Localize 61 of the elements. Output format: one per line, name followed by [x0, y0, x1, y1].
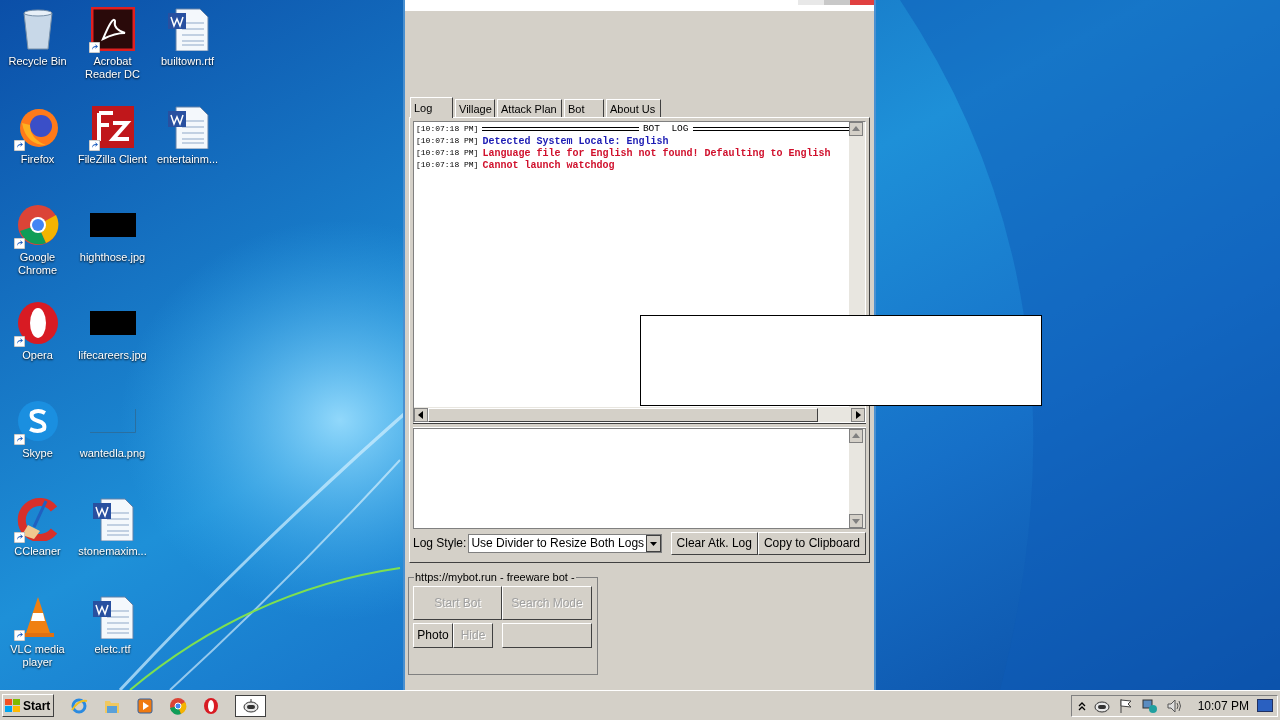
tab[interactable]: Bot	[564, 99, 604, 117]
tab[interactable]: Village	[455, 99, 495, 117]
desktop-icon-label[interactable]: Google Chrome	[0, 251, 75, 277]
bot-button[interactable]: Photo	[413, 622, 453, 648]
log-timestamp: [10:07:18 PM]	[416, 123, 479, 135]
blank-thumbnail-icon	[89, 409, 136, 433]
image-thumbnail-icon	[89, 213, 136, 237]
splitter[interactable]	[413, 423, 866, 428]
desktop-icon-label[interactable]: eletc.rtf	[75, 643, 150, 656]
tab[interactable]: About Us	[606, 99, 661, 117]
speaker-icon[interactable]	[1165, 697, 1182, 714]
log-timestamp: [10:07:18 PM]	[416, 147, 479, 159]
desktop-icon-label[interactable]: builtown.rtf	[150, 55, 225, 68]
desktop-icon-label[interactable]: highthose.jpg	[75, 251, 150, 264]
vertical-scrollbar[interactable]	[849, 429, 865, 528]
skype-icon	[15, 399, 60, 443]
desktop-icon-label[interactable]: FileZilla Client	[75, 153, 150, 166]
fz-app-icon	[90, 105, 135, 149]
log-timestamp: [10:07:18 PM]	[416, 135, 479, 147]
chevron-up-icon[interactable]	[1077, 700, 1086, 711]
blank-button[interactable]	[502, 622, 592, 648]
log-header: BOT LOG	[642, 121, 689, 136]
desktop-icon-label[interactable]: Acrobat Reader DC	[75, 55, 150, 81]
log-message: Cannot launch watchdog	[482, 158, 615, 173]
robot-icon[interactable]	[241, 696, 260, 715]
opera-icon	[15, 301, 60, 345]
chrome-icon	[15, 203, 60, 247]
start-button[interactable]: Start	[2, 694, 54, 717]
log-message: Language file for English not found! Defaulting to English	[482, 146, 831, 160]
document-icon	[165, 7, 210, 51]
pdf-app-icon	[90, 7, 135, 51]
desktop-icon-label[interactable]: entertainm...	[150, 153, 225, 166]
desktop-icon-label[interactable]: CCleaner	[0, 545, 75, 558]
tab[interactable]: Log	[410, 97, 453, 118]
desktop-icon-label[interactable]: stonemaxim...	[75, 545, 150, 558]
flag-icon[interactable]	[1117, 697, 1134, 714]
desktop-icon-label[interactable]: VLC media player	[0, 643, 75, 669]
document-icon	[165, 105, 210, 149]
desktop-icon-label[interactable]: Firefox	[0, 153, 75, 166]
tab[interactable]: Attack Plan	[497, 99, 562, 117]
desktop-icon-label[interactable]: Recycle Bin	[0, 55, 75, 68]
network-icon[interactable]	[1141, 697, 1158, 714]
clock[interactable]: 10:07 PM	[1197, 696, 1249, 715]
log-action-button[interactable]: Copy to Clipboard	[757, 531, 866, 555]
desktop-icon-label[interactable]: Opera	[0, 349, 75, 362]
show-desktop-icon[interactable]	[1257, 698, 1273, 713]
desktop-icon-label[interactable]: wantedla.png	[75, 447, 150, 460]
windows-logo-icon	[5, 698, 21, 713]
image-thumbnail-icon	[89, 311, 136, 335]
ccleaner-icon	[15, 497, 60, 541]
log-style-label: Log Style:	[413, 535, 467, 552]
log-timestamp: [10:07:18 PM]	[416, 159, 479, 171]
log-style-dropdown[interactable]: Use Divider to Resize Both Logs	[468, 533, 663, 553]
log-action-button[interactable]: Clear Atk. Log	[670, 531, 758, 555]
log-message: Detected System Locale: English	[482, 134, 669, 148]
group-title: https://mybot.run - freeware bot -	[414, 570, 576, 585]
document-icon	[90, 497, 135, 541]
document-icon	[90, 595, 135, 639]
desktop-icon-label[interactable]: lifecareers.jpg	[75, 349, 150, 362]
taskbar-app[interactable]	[235, 694, 266, 717]
desktop-icon-label[interactable]: Skype	[0, 447, 75, 460]
